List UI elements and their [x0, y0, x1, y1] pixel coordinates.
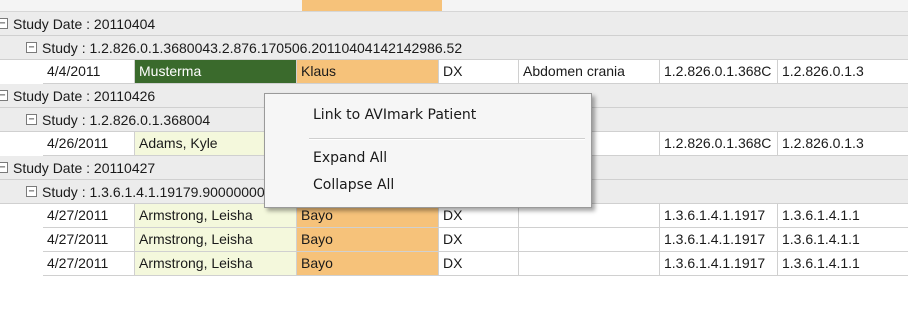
uid-cell[interactable]: 1.3.6.1.4.1.1 — [778, 204, 908, 227]
first-name-cell[interactable]: Klaus — [297, 60, 439, 83]
description-cell[interactable] — [519, 228, 660, 251]
date-cell[interactable]: 4/26/2011 — [43, 132, 135, 155]
uid-cell[interactable]: 1.3.6.1.4.1.1 — [778, 228, 908, 251]
menu-item-link-avimark-patient[interactable]: Link to AVImark Patient — [313, 104, 476, 126]
collapse-toggle-icon[interactable]: − — [26, 42, 37, 53]
menu-item-expand-all[interactable]: Expand All — [313, 147, 387, 169]
study-date-label: Study Date : 20110427 — [13, 159, 156, 176]
series-row[interactable]: 4/27/2011 Armstrong, Leisha Bayo DX 1.3.… — [43, 252, 908, 276]
study-date-label: Study Date : 20110426 — [13, 87, 156, 104]
study-date-label: Study Date : 20110404 — [13, 15, 156, 32]
series-row[interactable]: 4/4/2011 Musterma Klaus DX Abdomen crani… — [43, 60, 908, 84]
date-cell[interactable]: 4/27/2011 — [43, 228, 135, 251]
date-cell[interactable]: 4/27/2011 — [43, 252, 135, 275]
date-cell[interactable]: 4/4/2011 — [43, 60, 135, 83]
study-row[interactable]: − Study : 1.2.826.0.1.3680043.2.876.1705… — [0, 36, 908, 60]
uid-cell[interactable]: 1.3.6.1.4.1.1917 — [660, 204, 778, 227]
modality-cell[interactable]: DX — [439, 228, 519, 251]
patient-name-cell[interactable]: Musterma — [135, 60, 297, 83]
patient-name-cell[interactable]: Armstrong, Leisha — [135, 252, 297, 275]
menu-item-collapse-all[interactable]: Collapse All — [313, 174, 394, 196]
patient-name-cell[interactable]: Armstrong, Leisha — [135, 228, 297, 251]
modality-cell[interactable]: DX — [439, 60, 519, 83]
column-highlight-strip — [302, 0, 442, 11]
uid-cell[interactable]: 1.3.6.1.4.1.1917 — [660, 252, 778, 275]
menu-separator — [309, 138, 585, 140]
uid-cell[interactable]: 1.2.826.0.1.368C — [660, 132, 778, 155]
date-cell[interactable]: 4/27/2011 — [43, 204, 135, 227]
grid-top-edge — [0, 0, 908, 12]
first-name-cell[interactable]: Bayo — [297, 252, 439, 275]
context-menu: Link to AVImark Patient Expand All Colla… — [264, 93, 592, 208]
modality-cell[interactable]: DX — [439, 252, 519, 275]
series-row[interactable]: 4/27/2011 Armstrong, Leisha Bayo DX 1.3.… — [43, 228, 908, 252]
uid-cell[interactable]: 1.2.826.0.1.3 — [778, 132, 908, 155]
uid-cell[interactable]: 1.3.6.1.4.1.1 — [778, 252, 908, 275]
uid-cell[interactable]: 1.2.826.0.1.368C — [660, 60, 778, 83]
first-name-cell[interactable]: Bayo — [297, 228, 439, 251]
collapse-toggle-icon[interactable]: − — [0, 90, 8, 101]
study-uid-label: Study : 1.2.826.0.1.368004 — [42, 111, 211, 128]
collapse-toggle-icon[interactable]: − — [0, 18, 8, 29]
uid-cell[interactable]: 1.2.826.0.1.3 — [778, 60, 908, 83]
description-cell[interactable]: Abdomen crania — [519, 60, 660, 83]
study-date-group-row[interactable]: − Study Date : 20110404 — [0, 12, 908, 36]
collapse-toggle-icon[interactable]: − — [26, 114, 37, 125]
collapse-toggle-icon[interactable]: − — [26, 186, 37, 197]
study-uid-label: Study : 1.2.826.0.1.3680043.2.876.170506… — [42, 39, 463, 56]
description-cell[interactable] — [519, 252, 660, 275]
collapse-toggle-icon[interactable]: − — [0, 162, 8, 173]
uid-cell[interactable]: 1.3.6.1.4.1.1917 — [660, 228, 778, 251]
